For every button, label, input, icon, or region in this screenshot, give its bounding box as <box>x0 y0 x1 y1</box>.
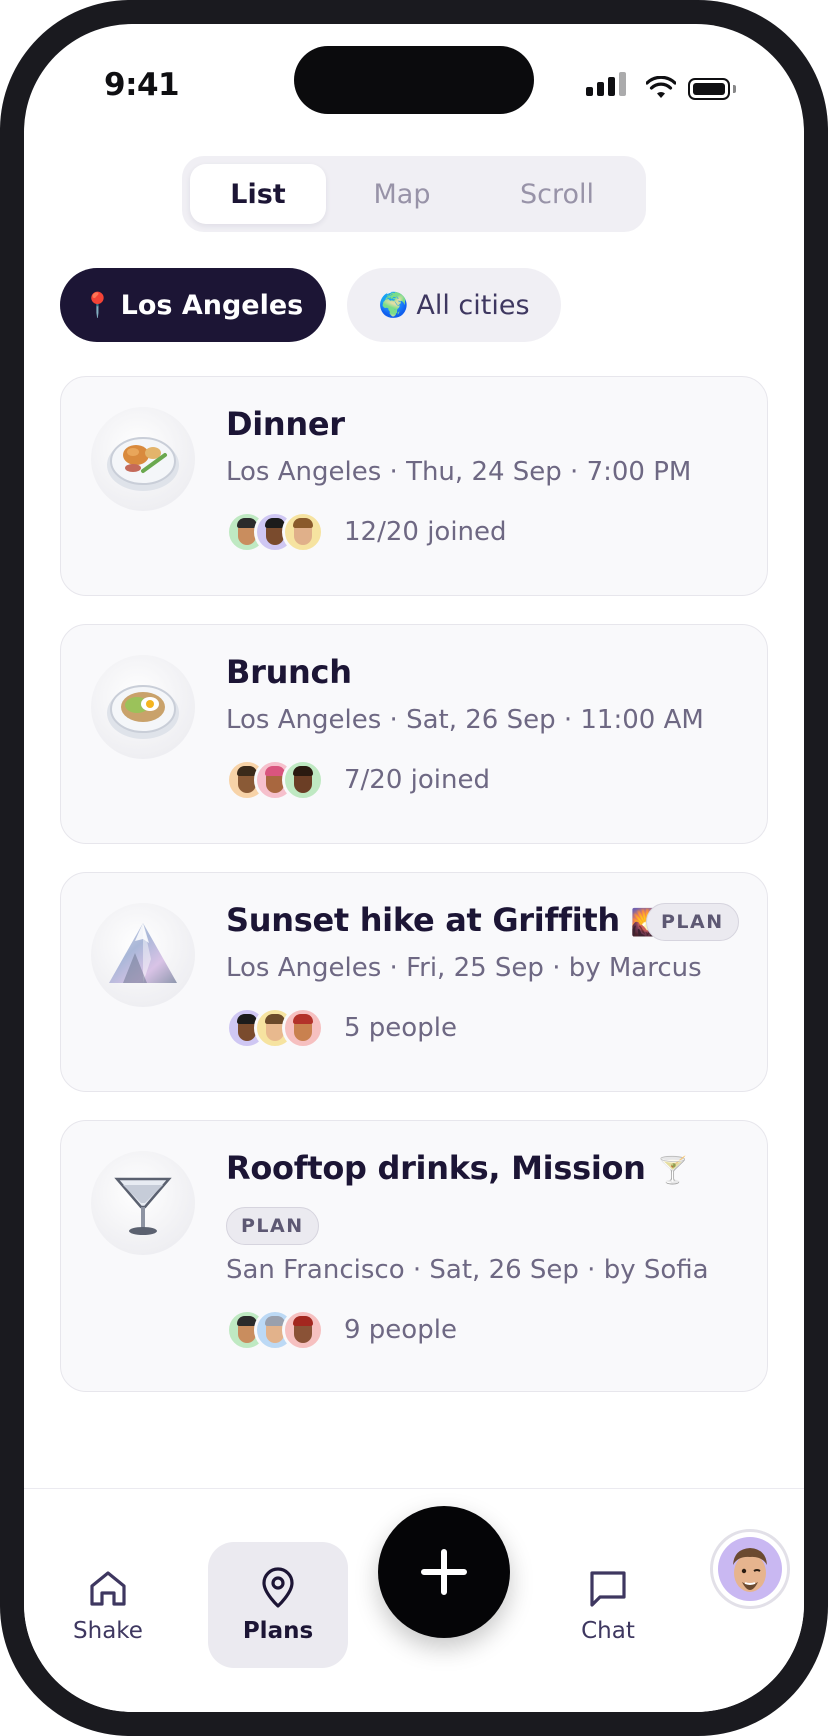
event-title: Dinner <box>226 405 345 443</box>
nav-shake[interactable]: Shake <box>38 1542 178 1668</box>
dynamic-island <box>294 46 534 114</box>
create-plan-button[interactable] <box>378 1506 510 1638</box>
attendance-count: 9 people <box>344 1315 457 1345</box>
globe-icon: 🌍 <box>378 291 409 319</box>
cocktail-emoji-icon: 🍸 <box>656 1156 689 1186</box>
nav-chat[interactable]: Chat <box>538 1542 678 1668</box>
pin-icon: 📍 <box>82 291 113 319</box>
event-details: San Francisco · Sat, 26 Sep · by Sofia <box>226 1255 709 1285</box>
tab-map[interactable]: Map <box>334 164 470 224</box>
chat-bubble-icon <box>590 1571 626 1607</box>
event-details: Los Angeles · Thu, 24 Sep · 7:00 PM <box>226 457 692 487</box>
brunch-plate-icon <box>91 655 195 759</box>
event-details: Los Angeles · Sat, 26 Sep · 11:00 AM <box>226 705 704 735</box>
tab-scroll[interactable]: Scroll <box>482 164 632 224</box>
map-pin-icon <box>262 1567 294 1608</box>
avatar <box>282 759 324 801</box>
avatar <box>282 511 324 553</box>
nav-label: Plans <box>242 1618 314 1644</box>
app-screen: 9:41 List Map Scroll 📍 Los Angeles 🌍 All… <box>24 24 804 1712</box>
event-card-dinner[interactable]: Dinner Los Angeles · Thu, 24 Sep · 7:00 … <box>60 376 768 596</box>
cocktail-glass-icon <box>91 1151 195 1255</box>
city-filter-los-angeles[interactable]: 📍 Los Angeles <box>60 268 326 342</box>
attendance-count: 7/20 joined <box>344 765 490 795</box>
attendee-avatars <box>226 759 326 801</box>
event-title: Brunch <box>226 653 352 691</box>
plan-badge: PLAN <box>646 903 739 941</box>
wifi-icon <box>646 76 676 98</box>
plus-icon <box>421 1549 467 1595</box>
battery-icon <box>688 78 730 100</box>
event-card-brunch[interactable]: Brunch Los Angeles · Sat, 26 Sep · 11:00… <box>60 624 768 844</box>
event-title: Rooftop drinks, Mission 🍸 <box>226 1149 689 1187</box>
city-filter-label: All cities <box>416 289 530 321</box>
city-filter-all-cities[interactable]: 🌍 All cities <box>347 268 561 342</box>
plan-badge: PLAN <box>226 1207 319 1245</box>
attendee-avatars <box>226 511 326 553</box>
dinner-plate-icon <box>91 407 195 511</box>
nav-plans[interactable]: Plans <box>208 1542 348 1668</box>
event-details: Los Angeles · Fri, 25 Sep · by Marcus <box>226 953 702 983</box>
home-icon <box>90 1571 126 1606</box>
event-card-sunset-hike[interactable]: Sunset hike at Griffith 🌄 PLAN Los Angel… <box>60 872 768 1092</box>
status-time: 9:41 <box>104 67 180 103</box>
profile-avatar-button[interactable] <box>710 1529 790 1609</box>
avatar <box>282 1007 324 1049</box>
attendee-avatars <box>226 1309 326 1351</box>
nav-label: Shake <box>73 1618 143 1644</box>
phone-frame: 9:41 List Map Scroll 📍 Los Angeles 🌍 All… <box>0 0 828 1736</box>
avatar <box>282 1309 324 1351</box>
attendee-avatars <box>226 1007 326 1049</box>
attendance-count: 12/20 joined <box>344 517 507 547</box>
tab-list[interactable]: List <box>190 164 326 224</box>
status-icons <box>586 72 736 102</box>
mountain-icon <box>91 903 195 1007</box>
avatar <box>718 1537 782 1601</box>
city-filter-label: Los Angeles <box>120 289 304 321</box>
view-mode-switcher: List Map Scroll <box>182 156 646 232</box>
event-title: Sunset hike at Griffith 🌄 <box>226 901 663 939</box>
nav-label: Chat <box>581 1618 635 1644</box>
attendance-count: 5 people <box>344 1013 457 1043</box>
event-card-rooftop-drinks[interactable]: Rooftop drinks, Mission 🍸 PLAN San Franc… <box>60 1120 768 1392</box>
